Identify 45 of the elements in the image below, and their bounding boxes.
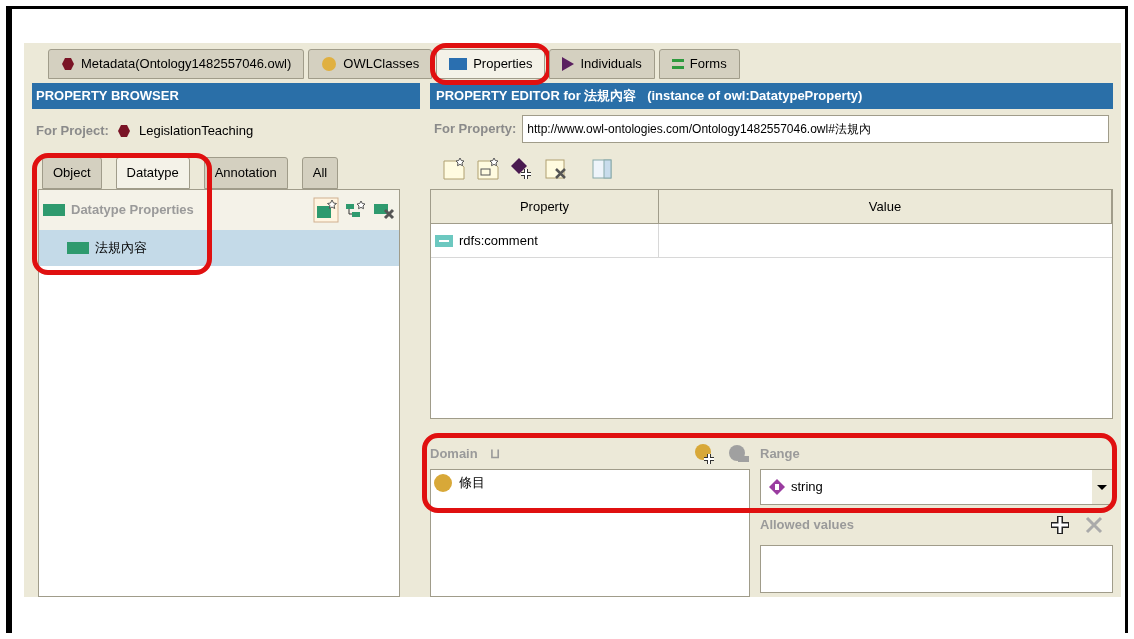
tab[interactable]: Individuals	[549, 49, 655, 79]
annotation-icon	[435, 234, 453, 247]
tab[interactable]: OWLClasses	[308, 49, 433, 79]
tree-item[interactable]: 法規內容	[39, 230, 399, 266]
domain-label: Domain	[430, 445, 478, 464]
column-header[interactable]: Property	[431, 190, 659, 223]
tab[interactable]: All	[301, 157, 339, 189]
add-icon[interactable]	[1049, 514, 1071, 536]
tab[interactable]: Forms	[658, 49, 740, 79]
panel-header: PROPERTY BROWSER	[32, 83, 420, 109]
create-property-icon[interactable]	[313, 197, 339, 223]
panel-header: PROPERTY EDITOR for 法規內容 (instance of owl:DatatypeProperty)	[430, 83, 1113, 109]
project-name: LegislationTeaching	[138, 122, 254, 141]
add-diamond-icon[interactable]	[510, 157, 534, 181]
tab[interactable]: Annotation	[203, 157, 288, 189]
property-uri-field[interactable]: http://www.owl-ontologies.com/Ontology1482557046.owl#法規內	[522, 115, 1109, 143]
column-header[interactable]: Value	[659, 190, 1112, 223]
tab[interactable]: Object	[42, 157, 102, 189]
range-label: Range	[760, 445, 800, 464]
table-cell-text: rdfs:comment	[459, 231, 538, 250]
project-label: For Project:	[36, 122, 109, 141]
tree-title: Datatype Properties	[71, 201, 194, 220]
new-document-icon[interactable]	[476, 157, 500, 181]
allowed-values-label: Allowed values	[760, 516, 855, 535]
new-note-icon[interactable]	[442, 157, 466, 181]
allowed-values-list[interactable]	[760, 545, 1113, 593]
tab[interactable]: Properties	[436, 49, 546, 79]
circle-icon	[321, 56, 338, 72]
tab[interactable]: Datatype	[115, 157, 190, 189]
datatype-icon	[769, 479, 785, 495]
forms-icon	[671, 58, 684, 70]
range-dropdown[interactable]: string	[760, 469, 1113, 505]
property-icon	[43, 204, 65, 216]
domain-item[interactable]: 條目	[431, 470, 487, 496]
add-class-icon[interactable]	[694, 443, 716, 465]
union-symbol: ⊔	[489, 445, 500, 464]
create-subproperty-icon[interactable]	[345, 200, 367, 220]
property-icon	[67, 242, 89, 254]
delete-note-icon[interactable]	[544, 157, 568, 181]
hexagon-icon	[116, 124, 131, 138]
class-icon	[433, 473, 453, 493]
tab[interactable]: Metadata(Ontology1482557046.owl)	[48, 49, 305, 79]
property-label: For Property:	[434, 120, 517, 139]
rectangle-icon	[449, 58, 468, 70]
hexagon-icon	[61, 57, 75, 71]
